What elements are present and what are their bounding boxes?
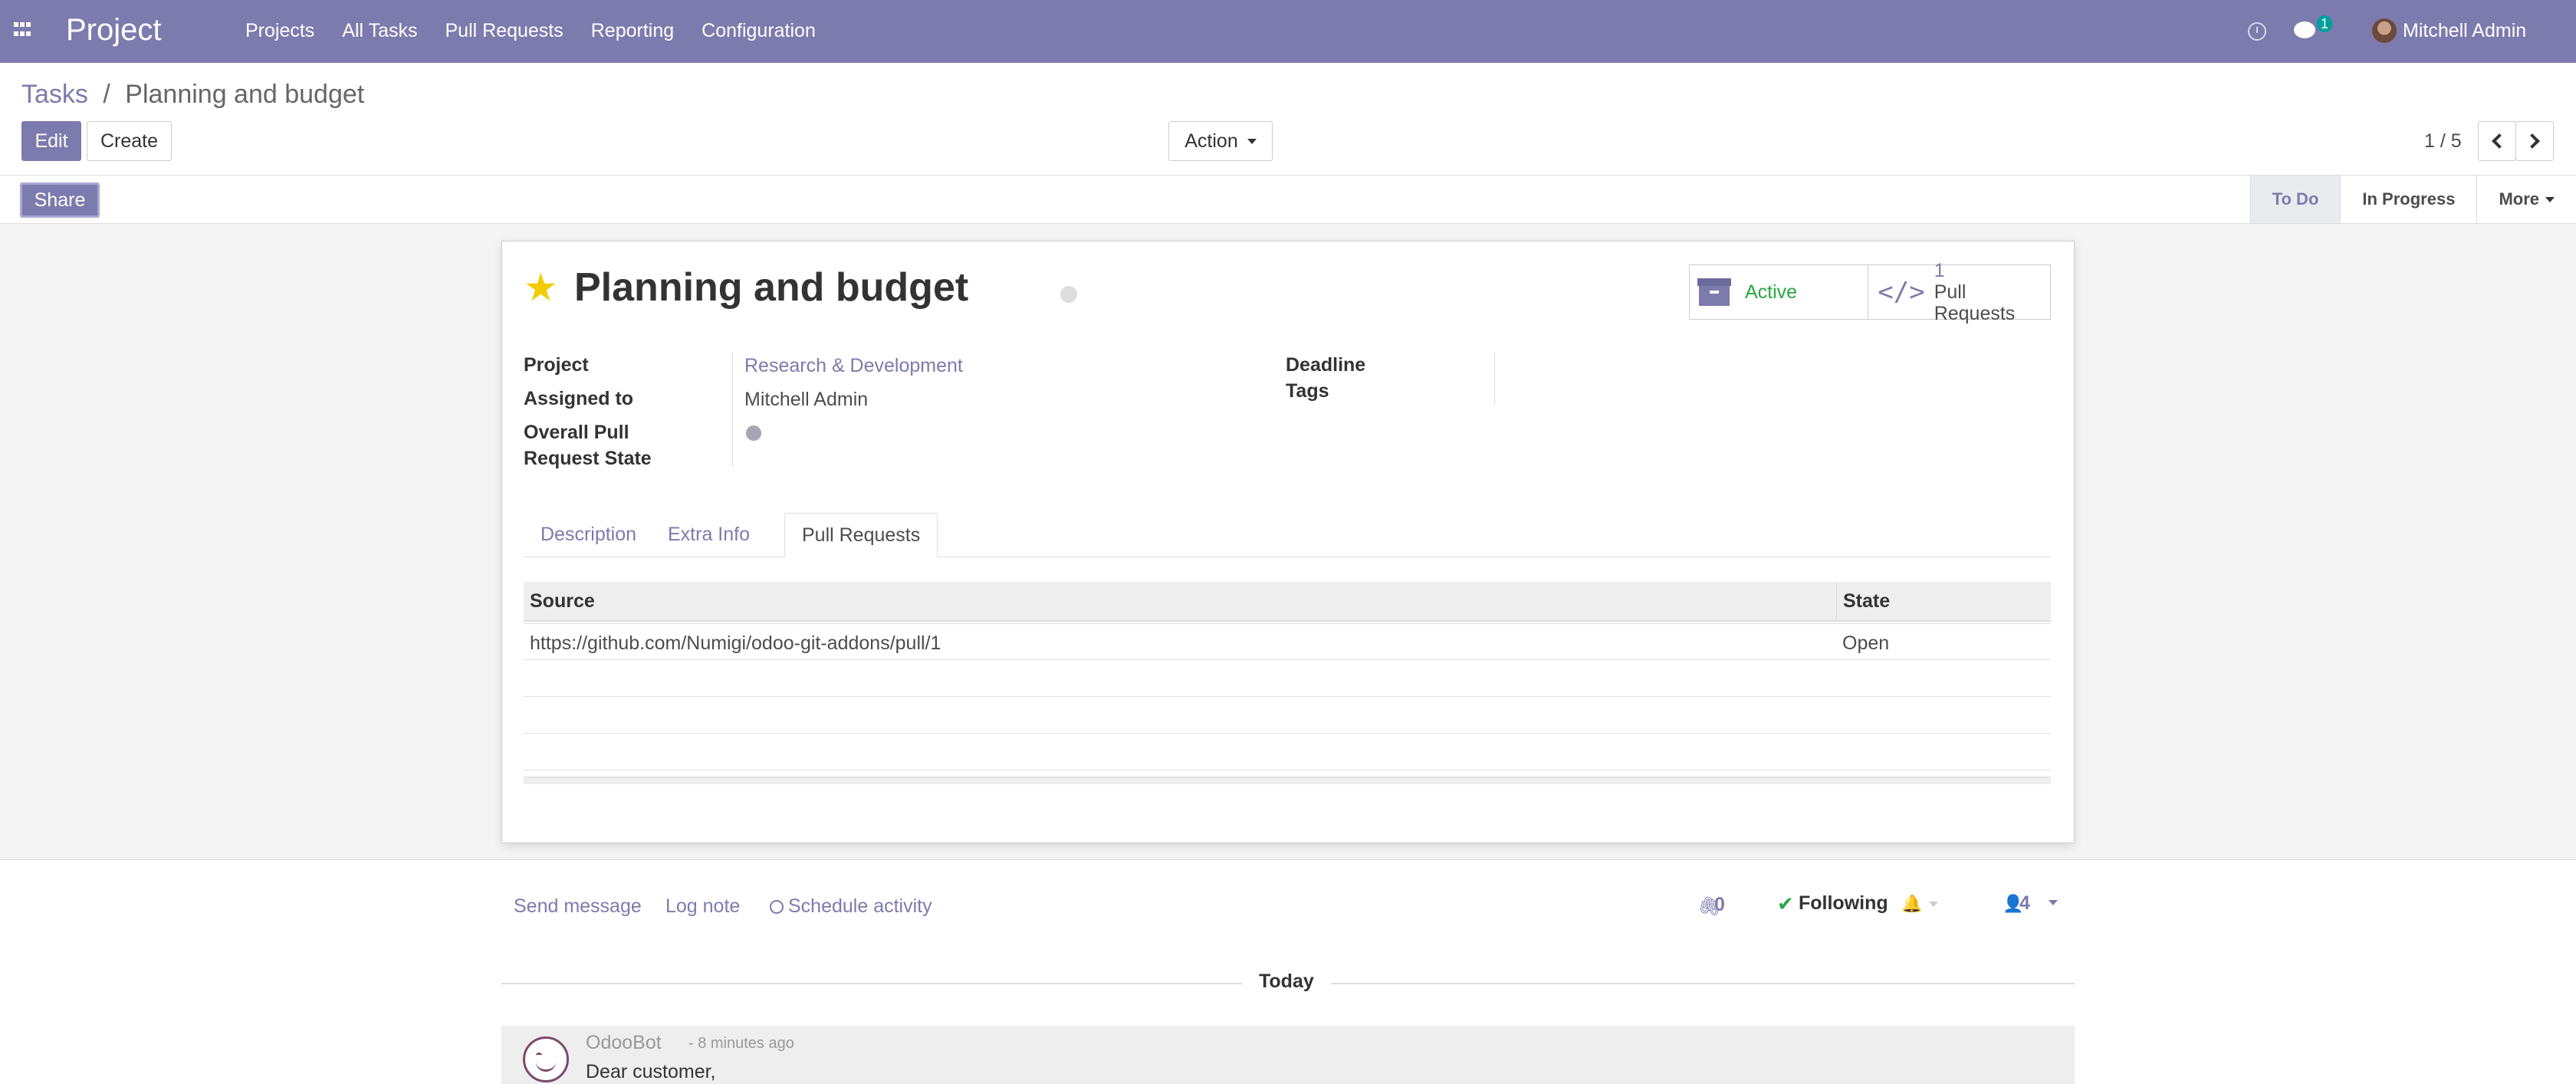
attachments-count[interactable]: 0	[1714, 894, 1725, 916]
table-row[interactable]: https://github.com/Numigi/odoo-git-addon…	[524, 623, 2051, 660]
pr-state-indicator	[746, 425, 761, 441]
stage-selector: To Do In Progress More	[2249, 176, 2576, 223]
column-state[interactable]: State	[1836, 582, 1890, 622]
followers-count[interactable]: 4	[2019, 892, 2030, 915]
top-navbar: Project Projects All Tasks Pull Requests…	[0, 0, 2576, 63]
activities-clock-icon[interactable]	[2248, 22, 2266, 41]
create-button-label: Create	[100, 130, 159, 152]
pager-value[interactable]: 1 / 5	[2424, 130, 2462, 153]
table-footer	[524, 777, 2051, 784]
priority-star-icon[interactable]: ★	[524, 268, 558, 307]
caret-down-icon[interactable]	[2049, 900, 2058, 905]
pull-requests-label: Pull Requests	[1934, 281, 2016, 324]
empty-table-row	[524, 660, 2051, 697]
message-date: - 8 minutes ago	[688, 1035, 794, 1052]
breadcrumb-separator: /	[103, 80, 110, 109]
messages-chat-icon[interactable]	[2294, 21, 2315, 38]
schedule-activity-button[interactable]: Schedule activity	[770, 895, 932, 918]
apps-menu-icon[interactable]	[14, 22, 31, 39]
pull-requests-smart-button[interactable]: </> 1 Pull Requests	[1868, 260, 2050, 324]
message-author[interactable]: OdooBot	[586, 1032, 662, 1054]
active-label: Active	[1745, 281, 1798, 303]
share-button[interactable]: Share	[20, 182, 100, 218]
stage-to-do[interactable]: To Do	[2249, 176, 2341, 223]
column-source[interactable]: Source	[524, 582, 595, 620]
user-avatar[interactable]	[2372, 18, 2397, 43]
pr-state-field-label-line1: Overall Pull	[524, 422, 629, 443]
tab-description[interactable]: Description	[524, 513, 653, 557]
action-dropdown-label: Action	[1184, 130, 1238, 152]
archive-icon	[1697, 278, 1731, 306]
chatter-message: OdooBot - 8 minutes ago Dear customer,	[501, 1026, 2075, 1084]
pager-previous-button[interactable]	[2478, 121, 2516, 161]
assigned-to-field-value[interactable]: Mitchell Admin	[744, 389, 868, 411]
task-form-sheet: ★ Planning and budget Active </> 1 Pull …	[501, 241, 2075, 843]
pull-requests-stat: 1 Pull Requests	[1934, 260, 2050, 324]
code-icon: </>	[1878, 277, 1925, 307]
pager-next-button[interactable]	[2515, 121, 2554, 161]
pull-requests-count: 1	[1934, 260, 1945, 281]
breadcrumb: Tasks / Planning and budget	[21, 80, 364, 110]
edit-button-label: Edit	[34, 130, 68, 152]
tags-field-label: Tags	[1286, 380, 1329, 402]
stage-more-dropdown[interactable]: More	[2476, 176, 2576, 223]
breadcrumb-tasks[interactable]: Tasks	[21, 80, 88, 109]
app-title[interactable]: Project	[66, 13, 162, 48]
table-header: Source State	[524, 582, 2051, 622]
assigned-to-field-label: Assigned to	[524, 388, 634, 409]
field-separator	[1494, 352, 1495, 406]
stage-in-progress[interactable]: In Progress	[2340, 176, 2476, 223]
task-title: Planning and budget	[574, 265, 969, 310]
menu-all-tasks[interactable]: All Tasks	[342, 20, 417, 42]
project-field-label: Project	[524, 354, 589, 376]
odoobot-avatar[interactable]	[523, 1036, 569, 1082]
create-button[interactable]: Create	[87, 121, 172, 161]
project-field-value[interactable]: Research & Development	[744, 355, 963, 377]
schedule-activity-label: Schedule activity	[788, 895, 932, 917]
menu-projects[interactable]: Projects	[245, 20, 314, 42]
log-note-button[interactable]: Log note	[665, 895, 740, 918]
empty-table-row	[524, 697, 2051, 734]
field-separator	[732, 352, 733, 467]
smart-buttons: Active </> 1 Pull Requests	[1689, 260, 2051, 324]
chevron-right-icon	[2525, 133, 2540, 149]
edit-button[interactable]: Edit	[21, 121, 81, 161]
active-toggle-button[interactable]: Active	[1690, 265, 1869, 319]
caret-down-icon[interactable]	[1929, 902, 1938, 907]
share-button-label: Share	[34, 189, 86, 211]
caret-down-icon	[2545, 196, 2555, 202]
deadline-field-label: Deadline	[1286, 354, 1366, 376]
breadcrumb-current: Planning and budget	[125, 80, 365, 109]
main-menu: Projects All Tasks Pull Requests Reporti…	[245, 20, 816, 42]
menu-pull-requests[interactable]: Pull Requests	[445, 20, 564, 42]
bell-icon[interactable]: 🔔	[1901, 894, 1922, 914]
menu-reporting[interactable]: Reporting	[591, 20, 674, 42]
action-dropdown[interactable]: Action	[1168, 121, 1273, 161]
chevron-left-icon	[2492, 133, 2507, 149]
pr-source-cell: https://github.com/Numigi/odoo-git-addon…	[530, 632, 941, 654]
message-body: Dear customer,	[586, 1061, 716, 1082]
menu-configuration[interactable]: Configuration	[702, 20, 816, 42]
send-message-button[interactable]: Send message	[514, 895, 642, 918]
notebook-tabs: Description Extra Info Pull Requests	[524, 513, 2051, 557]
pr-state-field-label-line2: Request State	[524, 448, 652, 469]
tab-pull-requests[interactable]: Pull Requests	[784, 513, 938, 557]
tab-extra-info[interactable]: Extra Info	[651, 513, 767, 557]
clock-icon	[770, 900, 784, 914]
date-separator-label: Today	[1242, 971, 1331, 993]
following-button[interactable]: Following	[1799, 892, 1888, 915]
stage-more-label: More	[2499, 189, 2539, 209]
chatter-topbar: Send message Log note Schedule activity …	[501, 889, 2075, 925]
check-icon: ✔	[1777, 892, 1794, 915]
empty-table-row	[524, 734, 2051, 770]
user-menu[interactable]: Mitchell Admin	[2403, 20, 2526, 42]
caret-down-icon	[1247, 138, 1257, 144]
pr-state-cell: Open	[1842, 632, 1890, 654]
messages-badge: 1	[2317, 15, 2333, 32]
kanban-state-indicator[interactable]	[1060, 286, 1077, 303]
form-statusbar: Share To Do In Progress More	[0, 175, 2576, 224]
